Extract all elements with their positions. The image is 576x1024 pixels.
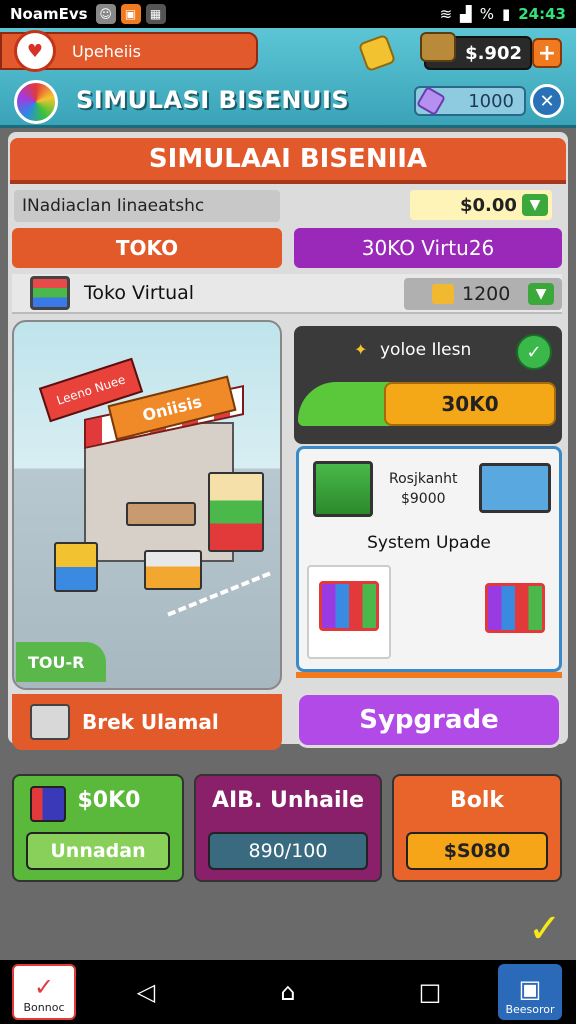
counter-icon (126, 502, 196, 526)
nav-app-left[interactable]: ✓ Bonnoc (12, 964, 76, 1020)
player-avatar[interactable]: ♥ (14, 30, 56, 72)
game-logo-icon (14, 80, 58, 124)
shopping-cart-icon (485, 583, 545, 633)
signal-icon: ▟ (460, 5, 472, 23)
close-button[interactable]: ✕ (530, 84, 564, 118)
bottom-card-title: Bolk (449, 788, 505, 813)
info-row-price[interactable]: $0.00 ▼ (410, 190, 552, 220)
upgrade-item-price: $9000 (400, 491, 446, 507)
status-bar: NoamEvs ☺ ▣ ▦ ≋ ▟ % ▮ 24:43 (0, 0, 576, 28)
chevron-down-icon[interactable]: ▼ (528, 283, 554, 305)
register-icon (30, 704, 70, 740)
box-icon: ▣ (518, 975, 542, 1003)
upgrade-card: Rosjkanht $9000 System Upade (296, 446, 562, 672)
store-price-value: 1200 (462, 283, 511, 305)
chevron-down-icon[interactable]: ▼ (522, 194, 548, 216)
virtual-buy-button[interactable]: 30K0 (384, 382, 556, 426)
panel-title: SIMULAAI BISENIIA (10, 138, 566, 184)
shirt-icon (432, 284, 454, 304)
cash-register-icon (420, 32, 456, 62)
cart-option-b[interactable] (475, 569, 551, 653)
game-title: SIMULASI BISENUIS (76, 86, 350, 114)
player-label: Upeheiis (72, 41, 141, 61)
battery-icon: ▮ (501, 5, 511, 23)
recents-icon[interactable]: □ (416, 978, 444, 1006)
store-row[interactable]: Toko Virtual 1200 ▼ (12, 274, 562, 314)
virtual-card: ✦ yoloe Ilesn ✓ 30K0 (294, 326, 562, 444)
store-price[interactable]: 1200 ▼ (404, 278, 562, 310)
status-notification-icon: ☺ (95, 4, 116, 24)
tab-virtual[interactable]: 30KO Virtu26 (294, 228, 562, 268)
bottom-card-title: AIB. Unhaile (211, 788, 365, 813)
wifi-icon: ≋ (439, 5, 453, 23)
cart-option-a[interactable] (307, 565, 391, 659)
store-name: Toko Virtual (84, 282, 195, 304)
main-area: SIMULAAI BISENIIA INadiaclan Iinaeatshc … (0, 128, 576, 960)
upgrade-item-info: Rosjkanht $9000 (389, 469, 458, 509)
shelf-icon (144, 550, 202, 590)
money-value: $.902 (465, 42, 522, 64)
upgrade-item-name: Rosjkanht (389, 471, 458, 487)
nav-app-right[interactable]: ▣ Beesoror (498, 964, 562, 1020)
upgrade-button[interactable]: Sypgrade (296, 692, 562, 748)
virtual-label: yoloe Ilesn (380, 340, 472, 360)
store-footer-button[interactable]: Brek Ulamal (12, 694, 282, 750)
upgrade-divider (296, 672, 562, 678)
check-icon: ✓ (33, 973, 55, 1001)
basket-icon (30, 276, 70, 310)
store-illustration[interactable]: Leeno Nuee Oniisis TOU-R (12, 320, 282, 690)
bottom-card-purple: AIB. Unhaile 890/100 (194, 774, 382, 882)
scene-badge: TOU-R (16, 642, 106, 682)
info-row-label: INadiaclan Iinaeatshc (14, 190, 280, 222)
battery-percent: % (479, 5, 494, 23)
info-row-price-value: $0.00 (460, 194, 517, 216)
checkmark-icon[interactable]: ✓ (528, 906, 562, 952)
add-money-button[interactable]: + (532, 38, 562, 68)
register-icon (479, 463, 551, 513)
status-app-icon: ▣ (120, 4, 141, 24)
shopping-cart-icon (319, 581, 379, 631)
upgrade-title: System Upade (367, 533, 491, 553)
key-icon[interactable] (357, 33, 397, 73)
bottom-card-button[interactable]: $S080 (406, 832, 548, 870)
shelf-icon (208, 472, 264, 552)
basket-icon (313, 461, 373, 517)
status-app-name: NoamEvs (10, 5, 88, 23)
store-footer-label: Brek Ulamal (82, 710, 219, 734)
home-icon[interactable]: ⌂ (274, 978, 302, 1006)
back-icon[interactable]: ◁ (132, 978, 160, 1006)
game-header: Upeheiis ♥ $.902 + SIMULASI BISENUIS 100… (0, 28, 576, 128)
shelf-icon (54, 542, 98, 592)
tab-toko[interactable]: TOKO (12, 228, 282, 268)
gem-value: 1000 (468, 90, 514, 112)
star-icon: ✦ (354, 340, 368, 359)
bottom-card-button[interactable]: 890/100 (208, 832, 368, 870)
nav-bar: ✓ Bonnoc ◁ ⌂ □ ▣ Beesoror (0, 960, 576, 1024)
status-time: 24:43 (518, 5, 566, 23)
nav-app-right-label: Beesoror (505, 1003, 555, 1016)
check-icon[interactable]: ✓ (516, 334, 552, 370)
nav-app-left-label: Bonnoc (23, 1001, 65, 1014)
bottom-card-green: $0K0 Unnadan (12, 774, 184, 882)
status-gallery-icon: ▦ (145, 4, 166, 24)
bottom-card-button[interactable]: Unnadan (26, 832, 170, 870)
bottom-card-title: $0K0 (77, 788, 141, 813)
bottom-card-orange: Bolk $S080 (392, 774, 562, 882)
